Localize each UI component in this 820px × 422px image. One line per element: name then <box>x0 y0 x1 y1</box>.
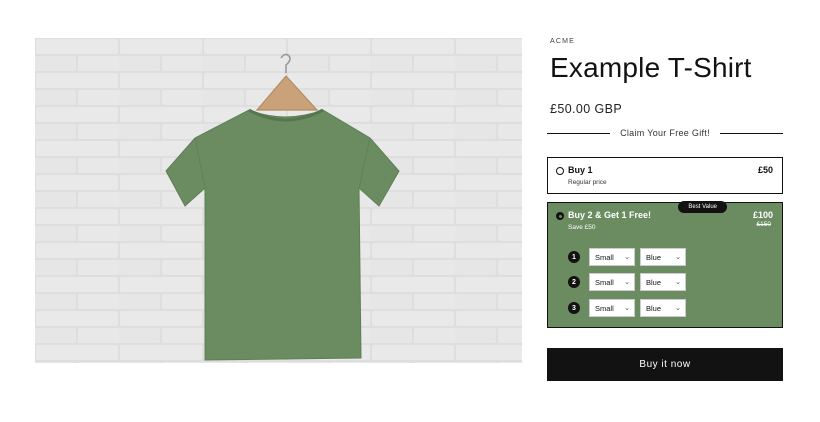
item-number: 3 <box>568 302 580 314</box>
offer-buy-2-get-1[interactable]: Best Value Buy 2 & Get 1 Free! Save £50 … <box>547 201 783 328</box>
color-select[interactable]: Blue ⌄ <box>640 299 686 317</box>
size-value: Small <box>595 303 614 313</box>
size-select[interactable]: Small ⌄ <box>589 273 635 291</box>
product-image <box>35 38 522 363</box>
offer-price: £100 <box>752 210 773 220</box>
tshirt-photo <box>35 38 522 363</box>
color-select[interactable]: Blue ⌄ <box>640 248 686 266</box>
product-price: £50.00 GBP <box>550 102 623 116</box>
chevron-down-icon: ⌄ <box>624 254 630 261</box>
size-value: Small <box>595 277 614 287</box>
color-value: Blue <box>646 277 662 287</box>
size-value: Small <box>595 252 614 262</box>
chevron-down-icon: ⌄ <box>675 254 681 261</box>
size-select[interactable]: Small ⌄ <box>589 248 635 266</box>
item-number: 1 <box>568 251 580 263</box>
gift-label: Claim Your Free Gift! <box>620 128 710 138</box>
offer-price: £50 <box>757 165 773 175</box>
offer-subtitle: Regular price <box>568 179 607 186</box>
color-value: Blue <box>646 252 662 262</box>
offer-buy-1[interactable]: Buy 1 Regular price £50 <box>547 157 783 194</box>
buy-it-now-button[interactable]: Buy it now <box>547 348 783 381</box>
divider-line <box>719 132 783 134</box>
variant-row: 2 Small ⌄ Blue ⌄ <box>568 273 691 291</box>
chevron-down-icon: ⌄ <box>675 305 681 312</box>
chevron-down-icon: ⌄ <box>675 279 681 286</box>
best-value-badge: Best Value <box>678 201 727 213</box>
gift-divider: Claim Your Free Gift! <box>547 126 783 140</box>
item-number: 2 <box>568 276 580 288</box>
chevron-down-icon: ⌄ <box>624 279 630 286</box>
size-select[interactable]: Small ⌄ <box>589 299 635 317</box>
offer-subtitle: Save £50 <box>568 224 596 231</box>
color-value: Blue <box>646 303 662 313</box>
variant-row: 3 Small ⌄ Blue ⌄ <box>568 299 691 317</box>
divider-line <box>547 132 611 134</box>
product-info: ACME Example T-Shirt £50.00 GBP <box>550 38 783 116</box>
product-title: Example T-Shirt <box>550 52 752 83</box>
offer-title: Buy 1 <box>568 165 593 175</box>
variant-row: 1 Small ⌄ Blue ⌄ <box>568 248 691 266</box>
vendor-label: ACME <box>550 38 576 45</box>
offer-title: Buy 2 & Get 1 Free! <box>568 210 652 220</box>
radio-button-selected[interactable] <box>556 212 564 220</box>
radio-button[interactable] <box>556 167 564 175</box>
chevron-down-icon: ⌄ <box>624 305 630 312</box>
color-select[interactable]: Blue ⌄ <box>640 273 686 291</box>
offer-compare-price: £150 <box>756 221 771 228</box>
